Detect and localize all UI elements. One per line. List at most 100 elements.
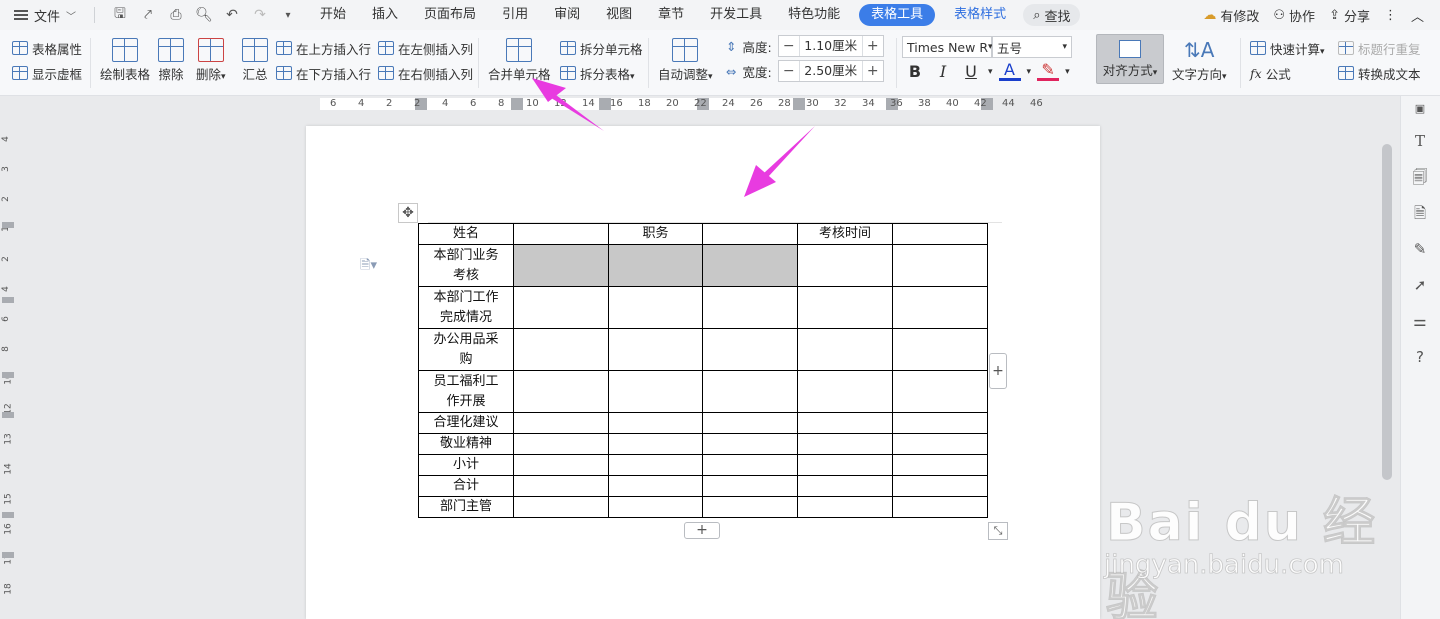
table-cell[interactable]: 职务: [608, 223, 703, 245]
table-cell[interactable]: [513, 496, 609, 518]
table-cell[interactable]: [892, 475, 988, 497]
table-row-label[interactable]: 合理化建议: [418, 412, 514, 434]
tab-page-layout[interactable]: 页面布局: [411, 0, 489, 30]
table-cell[interactable]: [702, 328, 798, 371]
customize-icon[interactable]: ▾: [279, 10, 297, 21]
highlight-icon[interactable]: ✎: [1037, 62, 1060, 81]
table-cell[interactable]: [513, 223, 609, 245]
table-cell[interactable]: [702, 496, 798, 518]
table-row-label[interactable]: 合计: [418, 475, 514, 497]
ruler-row-marker[interactable]: [2, 222, 14, 228]
delete-button[interactable]: 删除▾: [196, 38, 226, 83]
chevron-down-icon[interactable]: ▾: [988, 67, 993, 77]
insert-col-left-button[interactable]: 在左侧插入列: [378, 38, 473, 58]
chevron-down-icon[interactable]: ▾: [1065, 67, 1070, 77]
table-cell[interactable]: [513, 244, 609, 287]
ruler-row-marker[interactable]: [2, 297, 14, 303]
ruler-row-marker[interactable]: [2, 412, 14, 418]
table-cell[interactable]: [797, 328, 893, 371]
table-cell[interactable]: [892, 454, 988, 476]
table-cell[interactable]: [513, 328, 609, 371]
tab-features[interactable]: 特色功能: [775, 0, 853, 30]
sliders-icon[interactable]: ⚌: [1409, 310, 1431, 332]
format-painter-icon[interactable]: ⤤: [139, 7, 157, 23]
repeat-header-button[interactable]: 标题行重复: [1338, 38, 1421, 58]
print-icon[interactable]: ⎙: [167, 7, 185, 23]
table-cell[interactable]: [797, 244, 893, 287]
table-cell[interactable]: [892, 433, 988, 455]
ruler-column-marker[interactable]: [511, 98, 523, 110]
table-cell[interactable]: [513, 433, 609, 455]
share-button[interactable]: ⇪ 分享: [1329, 6, 1370, 25]
more-icon[interactable]: ⋮: [1384, 8, 1397, 23]
search-button[interactable]: ⌕ 查找: [1023, 4, 1081, 26]
help-icon[interactable]: ?: [1409, 346, 1431, 368]
bold-icon[interactable]: B: [904, 62, 926, 81]
table-cell[interactable]: [892, 223, 988, 245]
table-cell[interactable]: [608, 496, 703, 518]
tab-view[interactable]: 视图: [593, 0, 645, 30]
ruler-column-marker[interactable]: [793, 98, 805, 110]
undo-icon[interactable]: ↶: [223, 7, 241, 23]
table-cell[interactable]: [797, 433, 893, 455]
table-cell[interactable]: [892, 412, 988, 434]
table-cell[interactable]: [513, 286, 609, 329]
table-cell[interactable]: [797, 475, 893, 497]
quick-calc-button[interactable]: 快速计算▾: [1250, 38, 1325, 58]
tab-table-style[interactable]: 表格样式: [941, 0, 1019, 30]
collab-button[interactable]: ⚇ 协作: [1273, 6, 1315, 25]
add-column-button[interactable]: +: [989, 353, 1007, 389]
redo-icon[interactable]: ↷: [251, 7, 269, 23]
table-cell[interactable]: [797, 370, 893, 413]
split-table-button[interactable]: 拆分表格▾: [560, 63, 635, 83]
table-cell[interactable]: [608, 475, 703, 497]
text-tool-icon[interactable]: T: [1409, 130, 1431, 152]
ruler-row-marker[interactable]: [2, 552, 14, 558]
height-decrement-button[interactable]: −: [779, 38, 799, 54]
table-cell[interactable]: [608, 370, 703, 413]
vertical-scrollbar[interactable]: [1381, 140, 1393, 480]
tab-review[interactable]: 审阅: [541, 0, 593, 30]
table-cell[interactable]: [702, 454, 798, 476]
document-settings-icon[interactable]: 🗎: [1409, 202, 1431, 224]
width-value[interactable]: 2.50厘米: [798, 61, 863, 81]
insert-row-below-button[interactable]: 在下方插入行: [276, 63, 371, 83]
table-move-handle-icon[interactable]: ✥: [398, 203, 418, 223]
table-cell[interactable]: [797, 496, 893, 518]
table-row-label[interactable]: 办公用品采购: [418, 328, 514, 371]
paragraph-menu-icon[interactable]: 🗎▾: [360, 256, 377, 278]
table-row-label[interactable]: 姓名: [418, 223, 514, 245]
tab-table-tools[interactable]: 表格工具: [859, 4, 936, 26]
table-resize-icon[interactable]: ⤡: [988, 522, 1008, 540]
table-cell[interactable]: [892, 496, 988, 518]
tab-chapter[interactable]: 章节: [645, 0, 697, 30]
chevron-down-icon[interactable]: ▾: [1027, 67, 1032, 77]
table-cell[interactable]: [608, 433, 703, 455]
auto-fit-button[interactable]: 自动调整▾: [658, 38, 713, 83]
insert-col-right-button[interactable]: 在右侧插入列: [378, 63, 473, 83]
width-increment-button[interactable]: +: [863, 63, 883, 79]
horizontal-ruler[interactable]: 6 4 2 2 4 6 8 10 12 14 16 18 20 22 24 26 28 30 32 34 36 38 40 4…: [0, 96, 1440, 112]
table-cell[interactable]: [608, 286, 703, 329]
vertical-ruler[interactable]: 4 3 2 1 2 4 6 8 10 12 13 14 15 16 17 18: [0, 112, 16, 619]
font-name-select[interactable]: Times New R ▾: [902, 36, 993, 58]
font-size-select[interactable]: 五号 ▾: [992, 36, 1072, 58]
width-decrement-button[interactable]: −: [779, 63, 799, 79]
table-cell[interactable]: [797, 286, 893, 329]
erase-button[interactable]: 擦除: [158, 38, 184, 83]
table-row-label[interactable]: 本部门工作 完成情况: [418, 286, 514, 329]
table-cell[interactable]: [513, 454, 609, 476]
save-icon[interactable]: 🖫: [111, 3, 129, 27]
add-row-button[interactable]: +: [684, 522, 720, 539]
merge-cells-button[interactable]: 合并单元格: [488, 38, 551, 83]
table-cell[interactable]: [702, 370, 798, 413]
table-cell[interactable]: [702, 244, 798, 287]
cursor-icon[interactable]: ➚: [1409, 274, 1431, 296]
print-preview-icon[interactable]: 🔍︎: [195, 7, 213, 23]
table-cell[interactable]: [702, 433, 798, 455]
height-value[interactable]: 1.10厘米: [798, 36, 863, 56]
table-cell[interactable]: [608, 244, 703, 287]
file-menu[interactable]: 文件 ﹀: [0, 0, 86, 30]
table-cell[interactable]: [513, 370, 609, 413]
tab-references[interactable]: 引用: [489, 0, 541, 30]
